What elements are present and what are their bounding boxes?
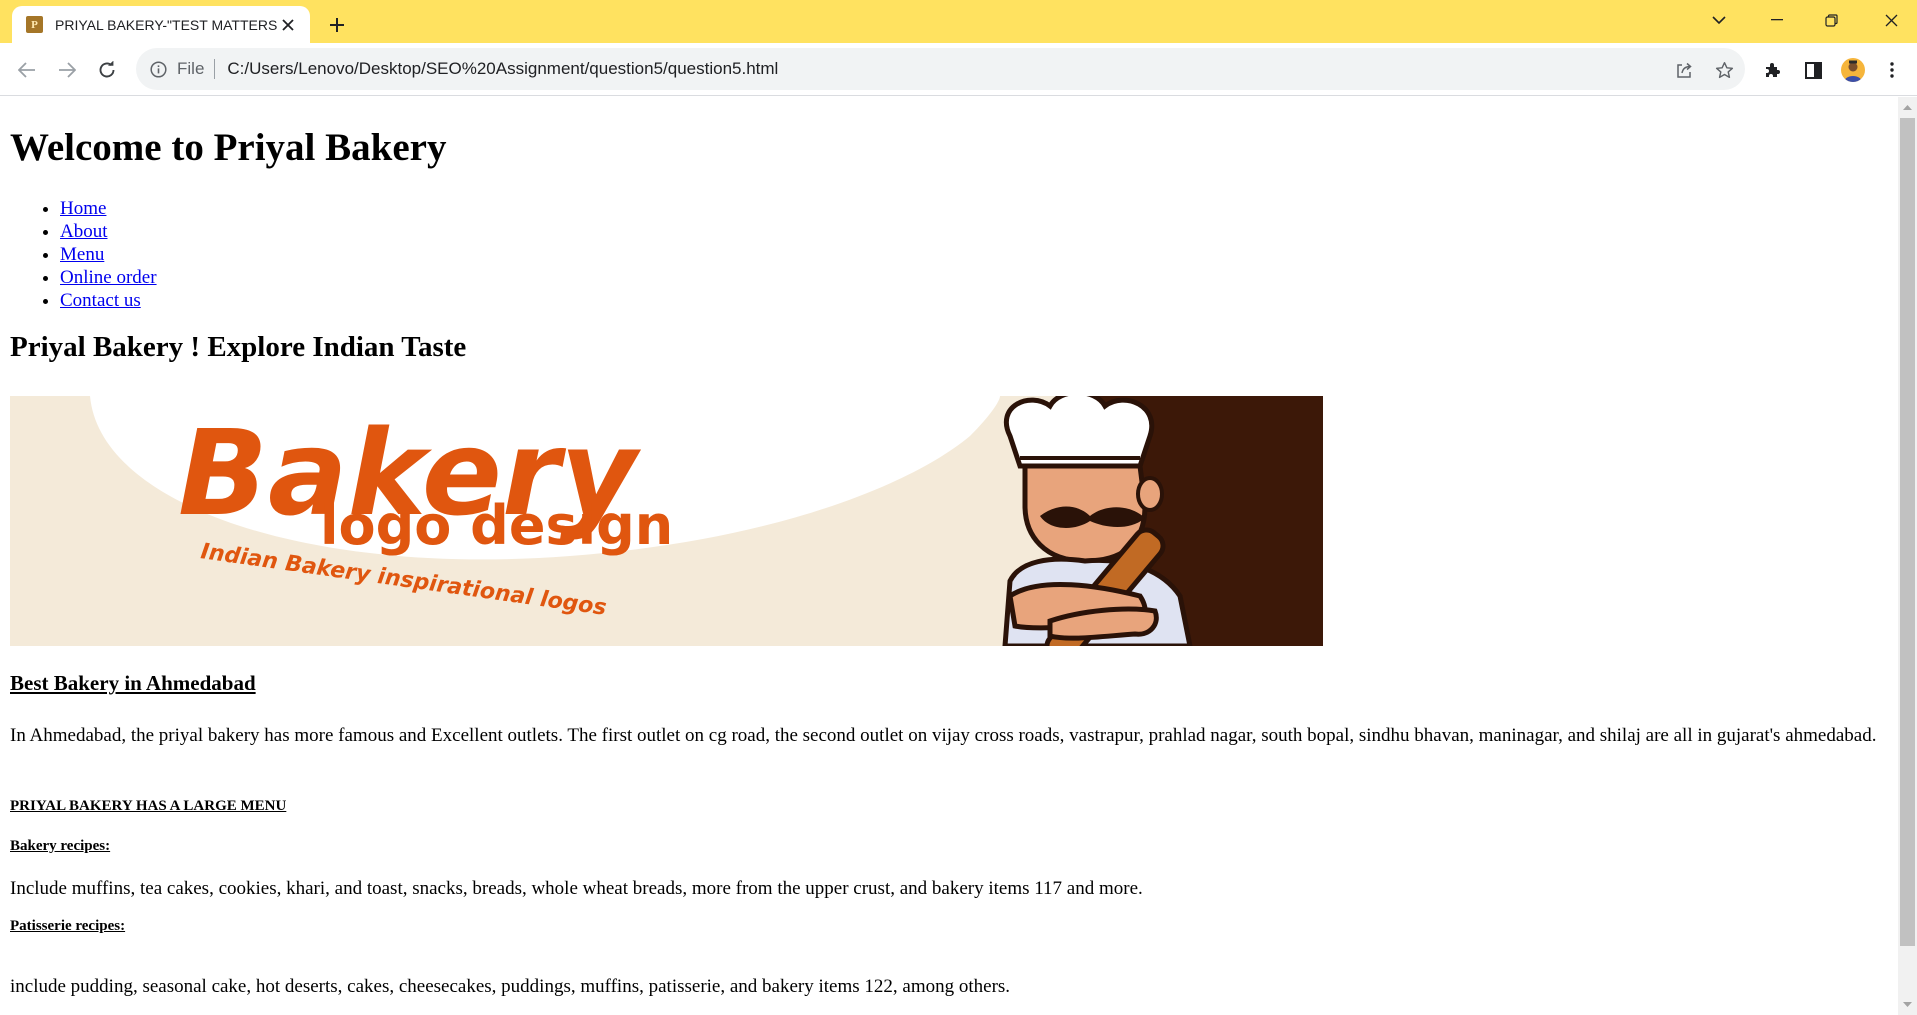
nav-item-menu: Menu bbox=[60, 243, 157, 266]
star-icon[interactable] bbox=[1711, 57, 1737, 83]
sidepanel-icon[interactable] bbox=[1798, 55, 1828, 85]
page-scrollbar[interactable] bbox=[1898, 97, 1917, 1015]
favicon-icon: P bbox=[26, 16, 43, 33]
patisserie-recipes-heading: Patisserie recipes: bbox=[10, 918, 126, 934]
banner-subtitle: logo design bbox=[320, 494, 673, 557]
forward-icon[interactable] bbox=[52, 55, 82, 85]
bakery-banner-image: Bakery logo design Indian Bakery inspira… bbox=[10, 396, 1323, 646]
reload-icon[interactable] bbox=[92, 55, 122, 85]
url-text[interactable]: C:/Users/Lenovo/Desktop/SEO%20Assignment… bbox=[227, 59, 778, 79]
share-icon[interactable] bbox=[1671, 57, 1697, 83]
close-tab-icon[interactable] bbox=[278, 15, 298, 35]
close-window-icon[interactable] bbox=[1868, 0, 1914, 40]
bakery-recipes-text: Include muffins, tea cakes, cookies, kha… bbox=[10, 878, 1143, 899]
profile-avatar-icon bbox=[1841, 58, 1865, 82]
scroll-down-arrow-icon[interactable] bbox=[1898, 997, 1917, 1011]
bakery-logo-illustration: Bakery logo design Indian Bakery inspira… bbox=[10, 396, 1323, 646]
tab-search-chevron-icon[interactable] bbox=[1696, 0, 1742, 40]
back-icon[interactable] bbox=[12, 55, 42, 85]
bakery-recipes-heading: Bakery recipes: bbox=[10, 838, 111, 854]
minimize-icon[interactable] bbox=[1754, 0, 1800, 40]
info-icon[interactable] bbox=[150, 60, 167, 78]
favicon-letter: P bbox=[31, 18, 38, 31]
scroll-up-arrow-icon[interactable] bbox=[1898, 101, 1917, 115]
nav-link-about[interactable]: About bbox=[60, 221, 108, 242]
browser-tab[interactable]: P PRIYAL BAKERY-"TEST MATTERS bbox=[12, 6, 310, 43]
site-nav: Home About Menu Online order Contact us bbox=[20, 197, 157, 312]
restore-icon[interactable] bbox=[1808, 0, 1854, 40]
nav-item-contact: Contact us bbox=[60, 289, 157, 312]
page-subtitle: Priyal Bakery ! Explore Indian Taste bbox=[10, 331, 467, 363]
page-title: Welcome to Priyal Bakery bbox=[10, 126, 447, 169]
new-tab-button[interactable] bbox=[322, 10, 352, 40]
address-bar[interactable]: File C:/Users/Lenovo/Desktop/SEO%20Assig… bbox=[136, 48, 1745, 90]
nav-item-about: About bbox=[60, 220, 157, 243]
scroll-thumb[interactable] bbox=[1900, 118, 1915, 946]
section-title: Best Bakery in Ahmedabad bbox=[10, 671, 256, 695]
extensions-icon[interactable] bbox=[1758, 55, 1788, 85]
nav-link-contact[interactable]: Contact us bbox=[60, 290, 141, 311]
patisserie-recipes-text: include pudding, seasonal cake, hot dese… bbox=[10, 976, 1011, 997]
menu-dots-icon[interactable] bbox=[1877, 55, 1907, 85]
nav-item-online-order: Online order bbox=[60, 266, 157, 289]
nav-link-home[interactable]: Home bbox=[60, 198, 106, 219]
tab-title: PRIYAL BAKERY-"TEST MATTERS bbox=[55, 16, 278, 33]
url-divider bbox=[214, 59, 216, 79]
url-scheme-label: File bbox=[177, 59, 205, 78]
page-viewport: Welcome to Priyal Bakery Home About Menu… bbox=[0, 97, 1898, 1015]
nav-link-menu[interactable]: Menu bbox=[60, 244, 104, 265]
avatar[interactable] bbox=[1838, 55, 1868, 85]
nav-link-online-order[interactable]: Online order bbox=[60, 267, 157, 288]
menu-heading: PRIYAL BAKERY HAS A LARGE MENU bbox=[10, 798, 287, 814]
tab-strip: P PRIYAL BAKERY-"TEST MATTERS bbox=[0, 0, 1917, 43]
nav-item-home: Home bbox=[60, 197, 157, 220]
intro-paragraph: In Ahmedabad, the priyal bakery has more… bbox=[10, 725, 1877, 746]
browser-toolbar: File C:/Users/Lenovo/Desktop/SEO%20Assig… bbox=[0, 43, 1917, 96]
